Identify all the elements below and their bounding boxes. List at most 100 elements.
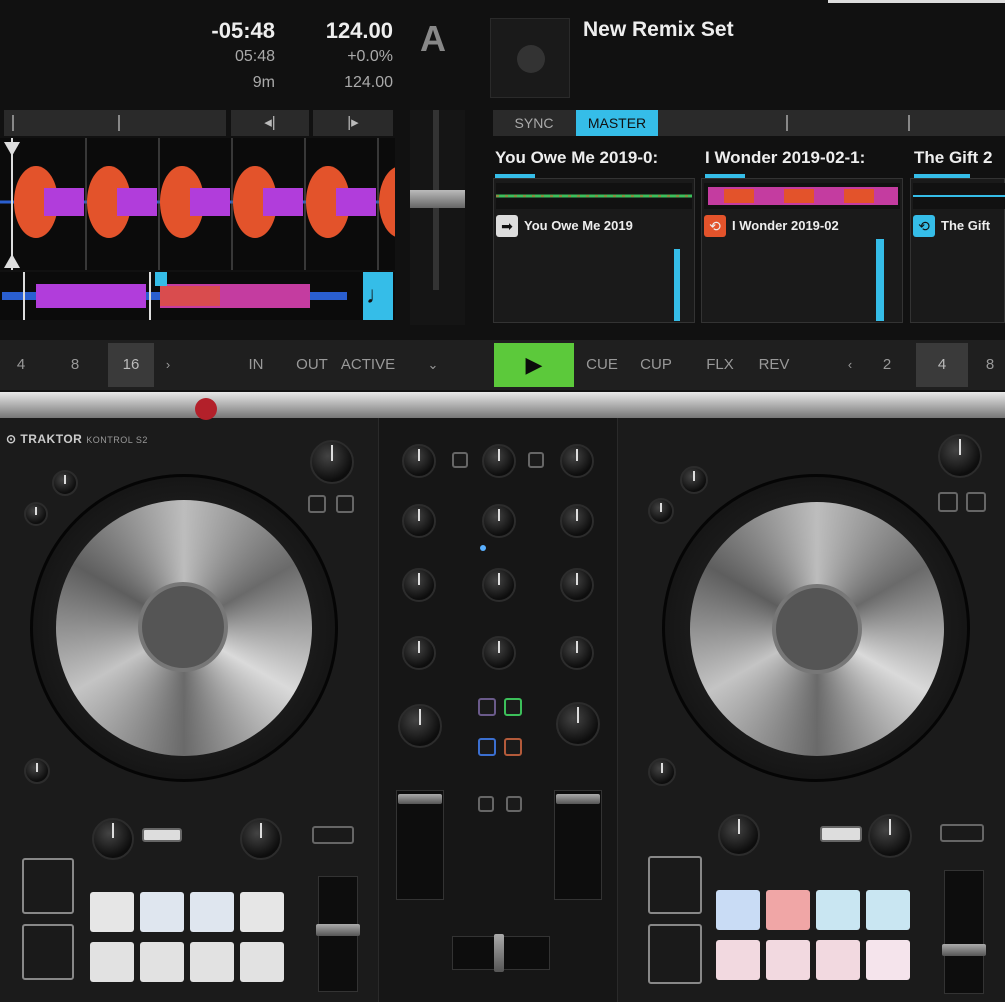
filter-knob-b[interactable] xyxy=(556,702,600,746)
left-small-knob[interactable] xyxy=(24,502,48,526)
right-tempo-fader-cap[interactable] xyxy=(942,944,986,956)
loop-size-4[interactable]: 4 xyxy=(4,343,38,387)
left-loop-knob[interactable] xyxy=(92,818,134,860)
left-pad-3[interactable] xyxy=(190,892,234,932)
cue-mix-knob[interactable] xyxy=(482,504,516,538)
loop-in-button[interactable]: IN xyxy=(238,343,274,387)
right-pad-1[interactable] xyxy=(716,890,760,930)
right-pad-6[interactable] xyxy=(766,940,810,980)
right-pad-4[interactable] xyxy=(866,890,910,930)
arrow-right-icon[interactable]: ➡ xyxy=(496,215,518,237)
right-cue-button[interactable] xyxy=(648,856,702,914)
mid-eq-knob-b[interactable] xyxy=(560,568,594,602)
page-2-button[interactable]: 2 xyxy=(866,343,908,387)
right-pad-7[interactable] xyxy=(816,940,860,980)
loop-icon[interactable]: ⟲ xyxy=(704,215,726,237)
fx-1-button-b[interactable] xyxy=(478,738,496,756)
lo-eq-knob-a[interactable] xyxy=(402,636,436,670)
right-shift-knob[interactable] xyxy=(680,466,708,494)
flux-button[interactable]: FLX xyxy=(698,343,742,387)
hi-eq-knob-a[interactable] xyxy=(402,504,436,538)
mic-volume-knob[interactable] xyxy=(482,636,516,670)
slot-2-volume[interactable] xyxy=(876,239,884,321)
loop-active-button[interactable]: ACTIVE xyxy=(340,343,396,387)
left-key-lock-button[interactable] xyxy=(312,826,354,844)
right-tempo-fader[interactable] xyxy=(944,870,984,994)
channel-fader-b[interactable] xyxy=(554,790,602,900)
software-fader-cap[interactable] xyxy=(410,190,465,208)
master-knob[interactable] xyxy=(482,444,516,478)
hi-eq-knob-b[interactable] xyxy=(560,504,594,538)
left-flux-button[interactable] xyxy=(24,758,50,784)
mid-eq-knob-a[interactable] xyxy=(402,568,436,602)
right-master-button[interactable] xyxy=(966,492,986,512)
left-pad-5[interactable] xyxy=(90,942,134,982)
right-sync-button[interactable] xyxy=(938,492,958,512)
left-pad-6[interactable] xyxy=(140,942,184,982)
cue-button[interactable]: CUE xyxy=(580,343,624,387)
reverse-button[interactable]: REV xyxy=(750,343,798,387)
left-shift-knob[interactable] xyxy=(52,470,78,496)
right-pad-5[interactable] xyxy=(716,940,760,980)
page-8-button[interactable]: 8 xyxy=(975,343,1005,387)
right-key-lock-button[interactable] xyxy=(940,824,984,842)
master-button[interactable]: MASTER xyxy=(576,110,658,136)
loop-icon[interactable]: ⟲ xyxy=(913,215,935,237)
left-pad-7[interactable] xyxy=(190,942,234,982)
channel-fader-a-cap[interactable] xyxy=(398,794,442,804)
right-pad-8[interactable] xyxy=(866,940,910,980)
right-pad-3[interactable] xyxy=(816,890,860,930)
loop-size-8[interactable]: 8 xyxy=(56,343,94,387)
channel-fader-b-cap[interactable] xyxy=(556,794,600,804)
main-button[interactable] xyxy=(452,452,468,468)
right-loop-knob[interactable] xyxy=(718,814,760,856)
loop-out-button[interactable]: OUT xyxy=(290,343,334,387)
right-small-knob[interactable] xyxy=(648,498,674,524)
left-tempo-fader-cap[interactable] xyxy=(316,924,360,936)
left-hotcue-mode-button[interactable] xyxy=(142,828,182,842)
deck-a-waveform[interactable] xyxy=(0,138,395,270)
loop-size-16[interactable]: 16 xyxy=(108,343,154,387)
right-pad-2[interactable] xyxy=(766,890,810,930)
beatjump-forward-button[interactable]: |▸ xyxy=(313,110,393,136)
right-move-knob[interactable] xyxy=(868,814,912,858)
filter-knob-a[interactable] xyxy=(398,704,442,748)
chevron-down-icon[interactable]: ⌄ xyxy=(418,343,448,387)
left-pad-4[interactable] xyxy=(240,892,284,932)
key-lock-button[interactable]: ♩ xyxy=(363,272,393,320)
left-pad-8[interactable] xyxy=(240,942,284,982)
fx-2-button-a[interactable] xyxy=(504,698,522,716)
cue-button-b[interactable] xyxy=(506,796,522,812)
left-master-button[interactable] xyxy=(336,495,354,513)
left-pad-1[interactable] xyxy=(90,892,134,932)
slot-1-cell[interactable]: ➡ You Owe Me 2019 xyxy=(493,178,695,323)
left-move-knob[interactable] xyxy=(240,818,282,860)
right-flux-button[interactable] xyxy=(648,758,676,786)
fx-1-button-a[interactable] xyxy=(478,698,496,716)
deck-a-stripe-overview[interactable] xyxy=(0,272,395,320)
right-browse-knob[interactable] xyxy=(938,434,982,478)
slot-3-cell[interactable]: ⟲ The Gift xyxy=(910,178,1005,323)
headphone-button[interactable] xyxy=(528,452,544,468)
crossfader-cap[interactable] xyxy=(494,934,504,972)
cue-button-a[interactable] xyxy=(478,796,494,812)
gain-knob-a[interactable] xyxy=(402,444,436,478)
slot-2-cell[interactable]: ⟲ I Wonder 2019-02 xyxy=(701,178,903,323)
slot-1-volume[interactable] xyxy=(674,249,680,321)
gain-knob-b[interactable] xyxy=(560,444,594,478)
lo-eq-knob-b[interactable] xyxy=(560,636,594,670)
chevron-right-icon[interactable]: › xyxy=(158,343,178,387)
page-4-button[interactable]: 4 xyxy=(916,343,968,387)
channel-fader-a[interactable] xyxy=(396,790,444,900)
chevron-left-icon[interactable]: ‹ xyxy=(840,343,860,387)
right-play-button[interactable] xyxy=(648,924,702,984)
cue-volume-knob[interactable] xyxy=(482,568,516,602)
left-cue-button[interactable] xyxy=(22,858,74,914)
sync-button[interactable]: SYNC xyxy=(495,110,573,136)
play-button[interactable]: ▶ xyxy=(494,343,574,387)
beatjump-back-button[interactable]: ◂| xyxy=(231,110,309,136)
cup-button[interactable]: CUP xyxy=(632,343,680,387)
right-hotcue-mode-button[interactable] xyxy=(820,826,862,842)
fx-2-button-b[interactable] xyxy=(504,738,522,756)
left-pad-2[interactable] xyxy=(140,892,184,932)
